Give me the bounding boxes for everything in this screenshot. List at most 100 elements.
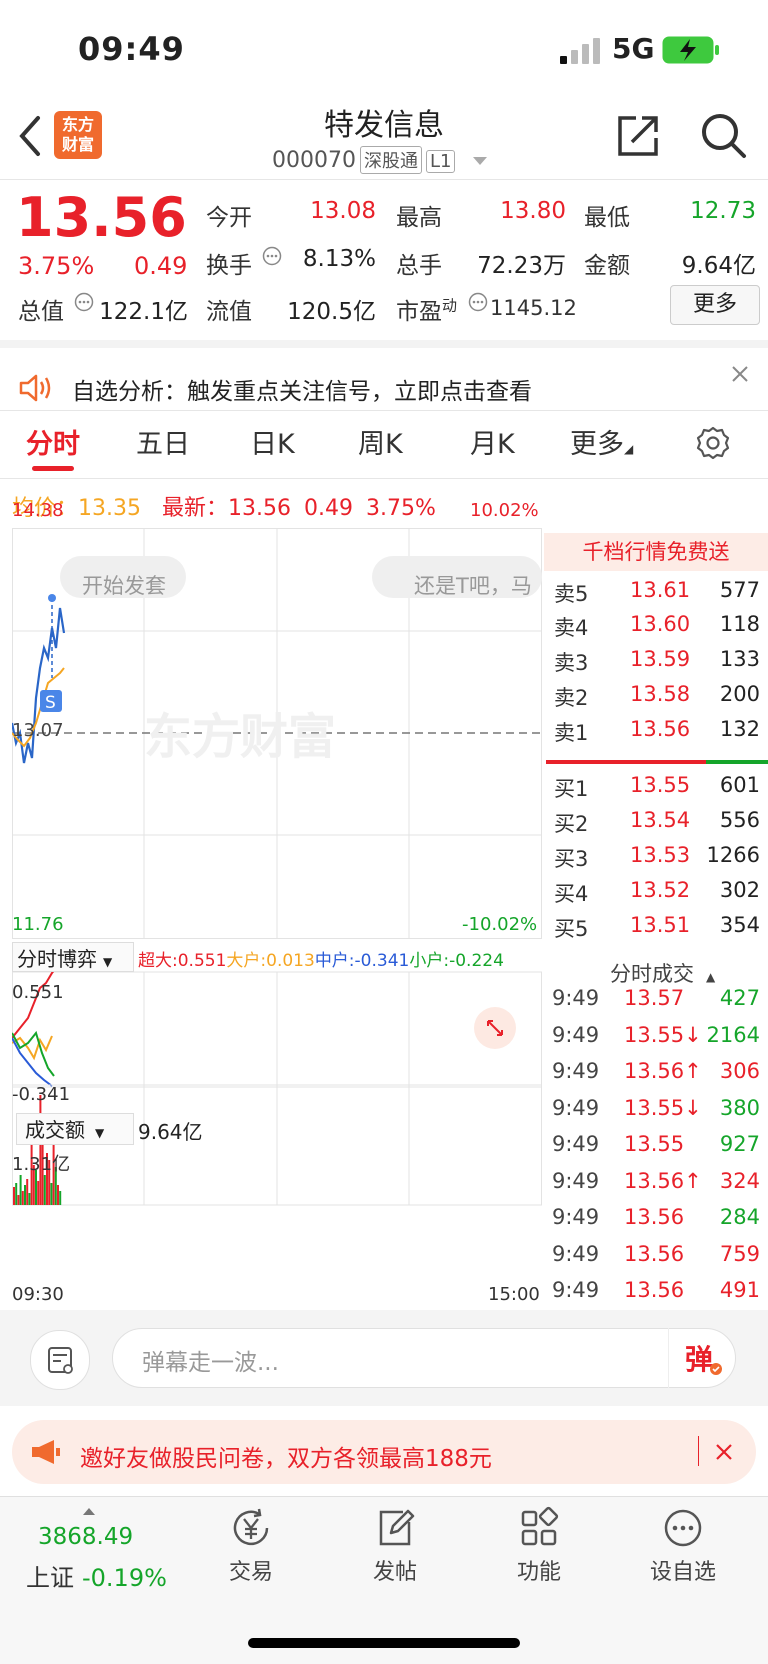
tab-wuri[interactable]: 五日: [136, 422, 190, 461]
tab-more[interactable]: 更多◢: [570, 422, 633, 461]
amount-value: 9.64亿: [681, 253, 756, 279]
tab-zhouk[interactable]: 周K: [358, 422, 403, 461]
tick-volume: 306: [719, 1059, 760, 1083]
flow-super: [12, 967, 57, 1039]
tab-active-indicator: [32, 466, 74, 471]
ob-volume: 118: [719, 612, 760, 636]
expand-up-icon[interactable]: [82, 1506, 96, 1516]
ask-row[interactable]: 卖4 13.60 118: [554, 612, 760, 644]
ob-level: 买5: [554, 917, 589, 941]
tag-shengutong: 深股通: [359, 146, 422, 174]
bid-row[interactable]: 买5 13.51 354: [554, 913, 760, 945]
tick-time: 9:49: [552, 1278, 600, 1302]
signal-icon: [560, 38, 600, 64]
bubble-2[interactable]: 还是T吧，马: [414, 570, 542, 600]
float-label: 流值: [206, 299, 252, 325]
amount-max: 1.31亿: [12, 1154, 71, 1175]
settings-icon[interactable]: [696, 426, 730, 460]
status-time: 09:49: [78, 30, 185, 68]
ob-level: 买3: [554, 847, 589, 871]
ob-price: 13.54: [630, 808, 691, 832]
megaphone-icon: [32, 1440, 60, 1464]
ask-row[interactable]: 卖1 13.56 132: [554, 717, 760, 749]
chart-mid-price: 13.07: [12, 720, 64, 741]
danmu-send-button[interactable]: 弹: [668, 1328, 737, 1388]
flow-min: -0.341: [12, 1084, 71, 1105]
home-indicator: [248, 1638, 520, 1648]
nav-post[interactable]: 发帖: [340, 1506, 450, 1586]
tick-volume: 2164: [706, 1022, 760, 1047]
amount-selector[interactable]: 成交额 ▼: [16, 1113, 134, 1145]
nav-functions[interactable]: 功能: [484, 1506, 594, 1586]
amount-bar: [17, 1195, 20, 1205]
tab-rik[interactable]: 日K: [250, 422, 295, 461]
tick-volume: 927: [719, 1132, 760, 1156]
ob-price: 13.53: [630, 843, 691, 867]
bubble-1[interactable]: 开始发套: [82, 570, 166, 600]
more-dots-icon: [664, 1509, 702, 1547]
tick-price: 13.56: [624, 1241, 685, 1266]
tick-row: 9:49 13.55 927: [552, 1132, 760, 1164]
danmu-placeholder: 弹幕走一波...: [142, 1350, 279, 1376]
index-row[interactable]: 上证 -0.19%: [26, 1558, 167, 1593]
search-icon[interactable]: [698, 110, 748, 160]
ob-level: 卖4: [554, 616, 589, 640]
info-icon[interactable]: [262, 246, 282, 266]
ob-price: 13.52: [630, 878, 691, 902]
ticks-title[interactable]: 分时成交 ▲: [610, 958, 715, 988]
tick-row: 9:49 13.55↓ 2164: [552, 1023, 760, 1055]
notice-text[interactable]: 自选分析：触发重点关注信号，立即点击查看: [72, 372, 532, 406]
invite-divider: [698, 1436, 699, 1466]
danmu-settings-button[interactable]: [30, 1330, 90, 1390]
index-value[interactable]: 3868.49: [38, 1524, 133, 1550]
volume-label: 总手: [396, 253, 442, 279]
tick-price: 13.55: [624, 1132, 685, 1156]
ask-row[interactable]: 卖5 13.61 577: [554, 578, 760, 610]
high-value: 13.80: [500, 198, 566, 224]
ob-volume: 200: [719, 682, 760, 706]
tick-time: 9:49: [552, 1132, 600, 1156]
info-icon[interactable]: [468, 292, 488, 312]
more-button[interactable]: 更多: [670, 285, 760, 325]
nav-trade[interactable]: 交易: [196, 1506, 306, 1586]
tick-price: 13.55↓: [624, 1095, 702, 1120]
amount-bar: [15, 1183, 18, 1205]
chart-bottom-pct: -10.02%: [462, 914, 538, 935]
info-icon[interactable]: [74, 292, 94, 312]
pe-label: 市盈动: [396, 296, 458, 325]
tick-row: 9:49 13.56 759: [552, 1242, 760, 1274]
tab-yuek[interactable]: 月K: [470, 422, 515, 461]
ob-volume: 302: [719, 878, 760, 902]
close-icon[interactable]: [714, 1442, 734, 1462]
tick-time: 9:49: [552, 1022, 600, 1047]
bid-row[interactable]: 买1 13.55 601: [554, 773, 760, 805]
stock-code-row[interactable]: 000070 深股通 L1: [272, 146, 488, 174]
amount-bar: [50, 1183, 53, 1205]
bid-row[interactable]: 买3 13.53 1266: [554, 843, 760, 875]
float-value: 120.5亿: [287, 299, 376, 325]
promo-banner[interactable]: 千档行情免费送: [544, 533, 768, 571]
bid-row[interactable]: 买4 13.52 302: [554, 878, 760, 910]
ask-row[interactable]: 卖2 13.58 200: [554, 682, 760, 714]
chart-top-price: 14.38: [12, 500, 64, 521]
ob-price: 13.56: [630, 717, 691, 741]
flow-selector[interactable]: 分时博弈 ▼: [12, 942, 134, 972]
share-icon[interactable]: [614, 112, 662, 160]
tab-fenshi[interactable]: 分时: [26, 422, 80, 461]
flow-legend: 超大:0.551大户:0.013中户:-0.341小户:-0.224: [138, 951, 504, 971]
ob-price: 13.60: [630, 612, 691, 636]
close-icon[interactable]: [730, 364, 750, 384]
ob-volume: 132: [719, 717, 760, 741]
watermark: 东方财富: [144, 709, 336, 765]
ask-row[interactable]: 卖3 13.59 133: [554, 647, 760, 679]
amount-bar: [21, 1191, 24, 1205]
nav-add-watchlist[interactable]: 设自选: [628, 1506, 738, 1586]
chart-bottom-price: 11.76: [12, 914, 64, 935]
tick-price: 13.56: [624, 1278, 685, 1302]
bid-row[interactable]: 买2 13.54 556: [554, 808, 760, 840]
amount-bar: [26, 1179, 29, 1205]
ob-volume: 577: [719, 578, 760, 602]
ob-volume: 601: [719, 773, 760, 797]
flow-max: 0.551: [12, 982, 64, 1003]
amount-bar: [13, 1187, 15, 1205]
